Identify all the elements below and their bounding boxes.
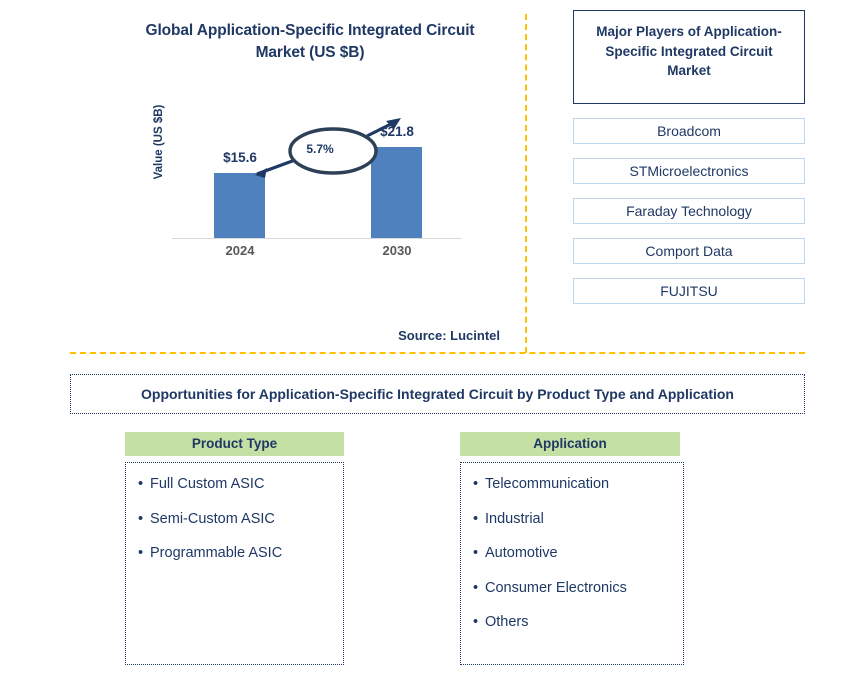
list-item: • Industrial xyxy=(461,510,683,527)
major-players-header: Major Players of Application-Specific In… xyxy=(573,10,805,104)
application-header: Application xyxy=(460,432,680,456)
opportunities-banner: Opportunities for Application-Specific I… xyxy=(70,374,805,414)
major-players-panel: Major Players of Application-Specific In… xyxy=(573,10,805,304)
chart-title-line-2: Market (US $B) xyxy=(255,44,365,61)
list-item: • Consumer Electronics xyxy=(461,579,683,596)
x-axis-line xyxy=(172,238,462,239)
bullet-icon: • xyxy=(138,545,144,561)
product-type-item-label: Semi-Custom ASIC xyxy=(150,510,275,527)
application-item-label: Automotive xyxy=(485,545,558,561)
player-item-comport-data[interactable]: Comport Data xyxy=(573,238,805,264)
infographic-page: Global Application-Specific Integrated C… xyxy=(0,0,868,681)
source-note: Source: Lucintel xyxy=(398,328,500,343)
chart-title: Global Application-Specific Integrated C… xyxy=(110,20,510,64)
player-item-fujitsu[interactable]: FUJITSU xyxy=(573,278,805,304)
player-item-faraday-technology[interactable]: Faraday Technology xyxy=(573,198,805,224)
application-item-label: Industrial xyxy=(485,510,544,527)
application-list: • Telecommunication • Industrial • Automoti… xyxy=(460,462,684,665)
product-type-header: Product Type xyxy=(125,432,344,456)
bullet-icon: • xyxy=(138,476,144,492)
y-axis-label: Value (US $B) xyxy=(153,104,165,180)
market-chart-panel: Global Application-Specific Integrated C… xyxy=(0,0,525,352)
application-item-label: Consumer Electronics xyxy=(485,579,627,596)
application-item-label: Telecommunication xyxy=(485,476,610,492)
bullet-icon: • xyxy=(473,510,479,527)
bullet-icon: • xyxy=(473,476,479,492)
bullet-icon: • xyxy=(473,579,479,596)
bullet-icon: • xyxy=(473,614,479,630)
list-item: • Semi-Custom ASIC xyxy=(126,510,343,527)
product-type-item-label: Full Custom ASIC xyxy=(150,476,265,492)
list-item: • Programmable ASIC xyxy=(126,546,343,561)
bullet-icon: • xyxy=(473,545,479,561)
bullet-icon: • xyxy=(138,510,144,527)
vertical-divider xyxy=(525,14,527,353)
list-item: • Full Custom ASIC xyxy=(126,477,343,492)
chart-title-line-1: Global Application-Specific Integrated C… xyxy=(145,22,475,39)
list-item: • Telecommunication xyxy=(461,477,683,492)
cagr-label: 5.7% xyxy=(306,142,334,156)
list-item: • Others xyxy=(461,615,683,630)
x-axis-tick-2030: 2030 xyxy=(382,243,412,258)
player-item-stmicroelectronics[interactable]: STMicroelectronics xyxy=(573,158,805,184)
product-type-list: • Full Custom ASIC • Semi-Custom ASIC • Pro… xyxy=(125,462,344,665)
application-item-label: Others xyxy=(485,614,529,630)
x-axis-tick-2024: 2024 xyxy=(225,243,255,258)
horizontal-divider xyxy=(70,352,805,354)
list-item: • Automotive xyxy=(461,546,683,561)
player-item-broadcom[interactable]: Broadcom xyxy=(573,118,805,144)
product-type-item-label: Programmable ASIC xyxy=(150,545,283,561)
